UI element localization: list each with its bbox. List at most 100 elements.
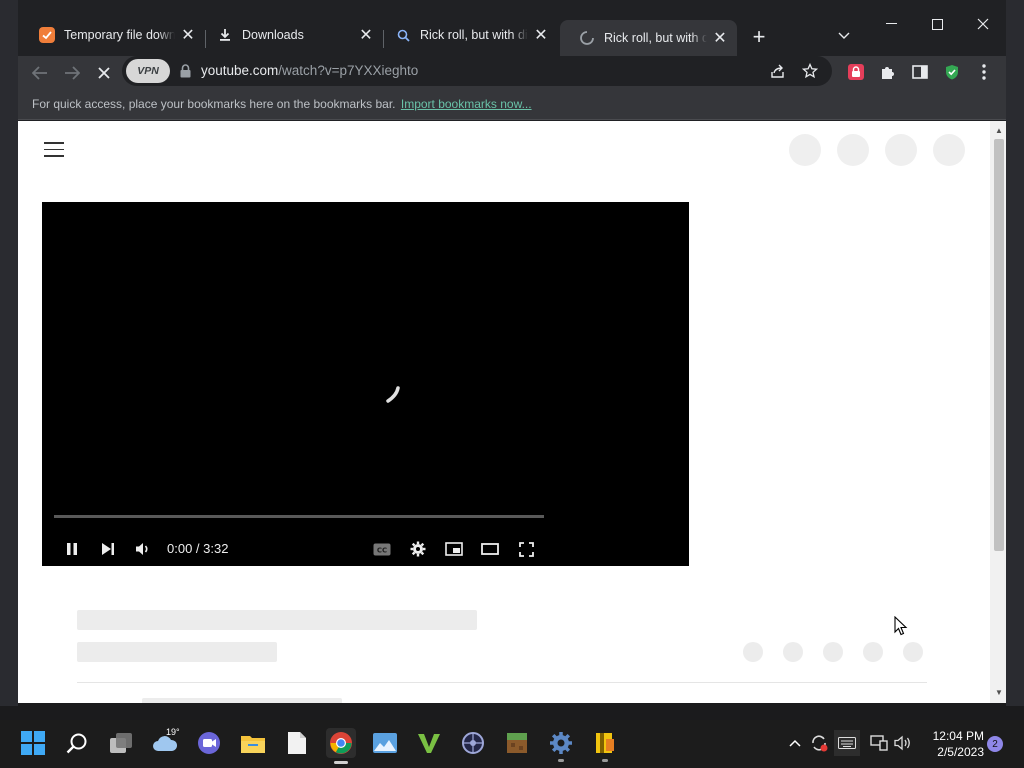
- skeleton-header-button: [789, 134, 821, 166]
- minimize-button[interactable]: [868, 10, 914, 38]
- daemon-tools-icon[interactable]: [460, 730, 486, 756]
- import-bookmarks-link[interactable]: Import bookmarks now...: [401, 97, 532, 111]
- search-icon[interactable]: [64, 730, 90, 756]
- skeleton-header-button: [885, 134, 917, 166]
- miniplayer-button[interactable]: [442, 539, 466, 559]
- clock-time: 12:04 PM: [932, 729, 984, 743]
- skeleton-description: [142, 698, 342, 703]
- new-tab-button[interactable]: +: [746, 24, 772, 50]
- more-menu-icon[interactable]: [974, 62, 994, 82]
- scroll-down-arrow-icon[interactable]: ▼: [994, 687, 1004, 697]
- tab-strip: Temporary file download ✕ Downloads ✕ Ri…: [18, 14, 1006, 56]
- show-hidden-icons-chevron-icon[interactable]: [784, 732, 806, 754]
- search-icon: [395, 27, 411, 43]
- tab-temporary-file-download[interactable]: Temporary file download ✕: [20, 20, 205, 50]
- url-domain: youtube.com: [201, 63, 279, 78]
- extensions-puzzle-icon[interactable]: [878, 62, 898, 82]
- loading-spinner-icon: [579, 30, 595, 46]
- close-icon[interactable]: ✕: [357, 26, 375, 44]
- task-view-icon[interactable]: [108, 730, 134, 756]
- captions-button[interactable]: CC: [370, 539, 394, 559]
- archive-icon[interactable]: [592, 730, 618, 762]
- start-windows-icon[interactable]: [20, 730, 46, 756]
- vegas-v-icon[interactable]: [416, 730, 442, 756]
- running-indicator: [558, 759, 564, 762]
- tab-rick-roll-search[interactable]: Rick roll, but with different link ✕: [376, 20, 558, 50]
- next-video-button[interactable]: [96, 539, 120, 559]
- shield-extension-icon[interactable]: [942, 62, 962, 82]
- scroll-up-arrow-icon[interactable]: ▲: [994, 125, 1004, 135]
- tab-title: Temporary file download: [64, 28, 175, 42]
- share-icon[interactable]: [768, 61, 788, 81]
- browser-window: Temporary file download ✕ Downloads ✕ Ri…: [18, 0, 1006, 703]
- volume-button[interactable]: [131, 539, 155, 559]
- fullscreen-button[interactable]: [514, 539, 538, 559]
- skeleton-title: [77, 610, 477, 630]
- skeleton-action: [903, 642, 923, 662]
- back-button[interactable]: [26, 59, 54, 87]
- pause-button[interactable]: [60, 539, 84, 559]
- weather-temperature: 19°: [166, 727, 180, 737]
- close-icon[interactable]: ✕: [532, 26, 550, 44]
- volume-speaker-icon[interactable]: [892, 732, 914, 754]
- clock-date: 2/5/2023: [937, 745, 984, 759]
- task-checkbox-icon: [39, 27, 55, 43]
- network-icon[interactable]: [868, 732, 890, 754]
- notepad-icon[interactable]: [284, 730, 310, 756]
- close-window-button[interactable]: [960, 10, 1006, 38]
- bookmarks-hint: For quick access, place your bookmarks h…: [32, 97, 532, 111]
- file-explorer-icon[interactable]: [240, 730, 266, 756]
- bookmark-star-icon[interactable]: [800, 61, 820, 81]
- windows-taskbar: 19° 12:04 PM 2/5/2023 2: [0, 720, 1024, 768]
- close-icon[interactable]: ✕: [711, 29, 729, 47]
- desktop-background-right: [1006, 0, 1024, 706]
- teams-chat-icon[interactable]: [196, 730, 222, 756]
- maximize-button[interactable]: [914, 10, 960, 38]
- bookmarks-hint-text: For quick access, place your bookmarks h…: [32, 97, 396, 111]
- video-progress-bar[interactable]: [54, 515, 544, 518]
- tab-rick-roll-active[interactable]: Rick roll, but with different link ✕: [560, 20, 737, 56]
- tab-downloads[interactable]: Downloads ✕: [198, 20, 383, 50]
- extension-lock-icon[interactable]: [846, 62, 866, 82]
- browser-toolbar: VPN youtube.com/watch?v=p7YXXieghto: [18, 56, 1006, 88]
- page-scrollbar[interactable]: ▲ ▼: [990, 121, 1006, 703]
- skeleton-action: [743, 642, 763, 662]
- tab-search-chevron-icon[interactable]: [832, 24, 856, 48]
- skeleton-action: [783, 642, 803, 662]
- running-indicator: [602, 759, 608, 762]
- settings-gear-icon[interactable]: [406, 539, 430, 559]
- skeleton-channel: [77, 642, 277, 662]
- close-icon[interactable]: ✕: [179, 26, 197, 44]
- theater-mode-button[interactable]: [478, 539, 502, 559]
- tab-title: Downloads: [242, 28, 304, 42]
- taskbar-clock[interactable]: 12:04 PM 2/5/2023: [920, 728, 984, 760]
- youtube-page: 0:00 / 3:32 CC: [18, 121, 990, 703]
- stop-loading-button[interactable]: [90, 59, 118, 87]
- side-panel-icon[interactable]: [910, 62, 930, 82]
- photos-icon[interactable]: [372, 730, 398, 756]
- touch-keyboard-icon[interactable]: [834, 730, 860, 756]
- desktop-background-left: [0, 0, 18, 706]
- menu-icon[interactable]: [44, 142, 64, 158]
- settings-gear-icon[interactable]: [548, 730, 574, 762]
- svg-text:CC: CC: [377, 546, 387, 554]
- forward-button[interactable]: [58, 59, 86, 87]
- buffering-spinner-icon: [376, 384, 406, 414]
- skeleton-action: [863, 642, 883, 662]
- address-bar[interactable]: VPN youtube.com/watch?v=p7YXXieghto: [122, 56, 832, 86]
- chrome-icon[interactable]: [326, 728, 356, 764]
- skeleton-header-button: [837, 134, 869, 166]
- sync-alert-icon[interactable]: [808, 732, 830, 754]
- notification-count-badge[interactable]: 2: [987, 736, 1003, 752]
- lock-icon[interactable]: [180, 64, 192, 78]
- video-player[interactable]: 0:00 / 3:32 CC: [42, 202, 689, 566]
- video-time-display: 0:00 / 3:32: [167, 541, 229, 556]
- minecraft-icon[interactable]: [504, 730, 530, 756]
- scroll-thumb[interactable]: [994, 139, 1004, 551]
- tab-title: Rick roll, but with different link: [420, 28, 528, 42]
- vpn-badge[interactable]: VPN: [126, 59, 170, 83]
- url-path: /watch?v=p7YXXieghto: [278, 63, 419, 78]
- tab-title: Rick roll, but with different link: [604, 31, 707, 45]
- mouse-cursor-icon: [894, 615, 908, 636]
- url-text[interactable]: youtube.com/watch?v=p7YXXieghto: [201, 63, 418, 78]
